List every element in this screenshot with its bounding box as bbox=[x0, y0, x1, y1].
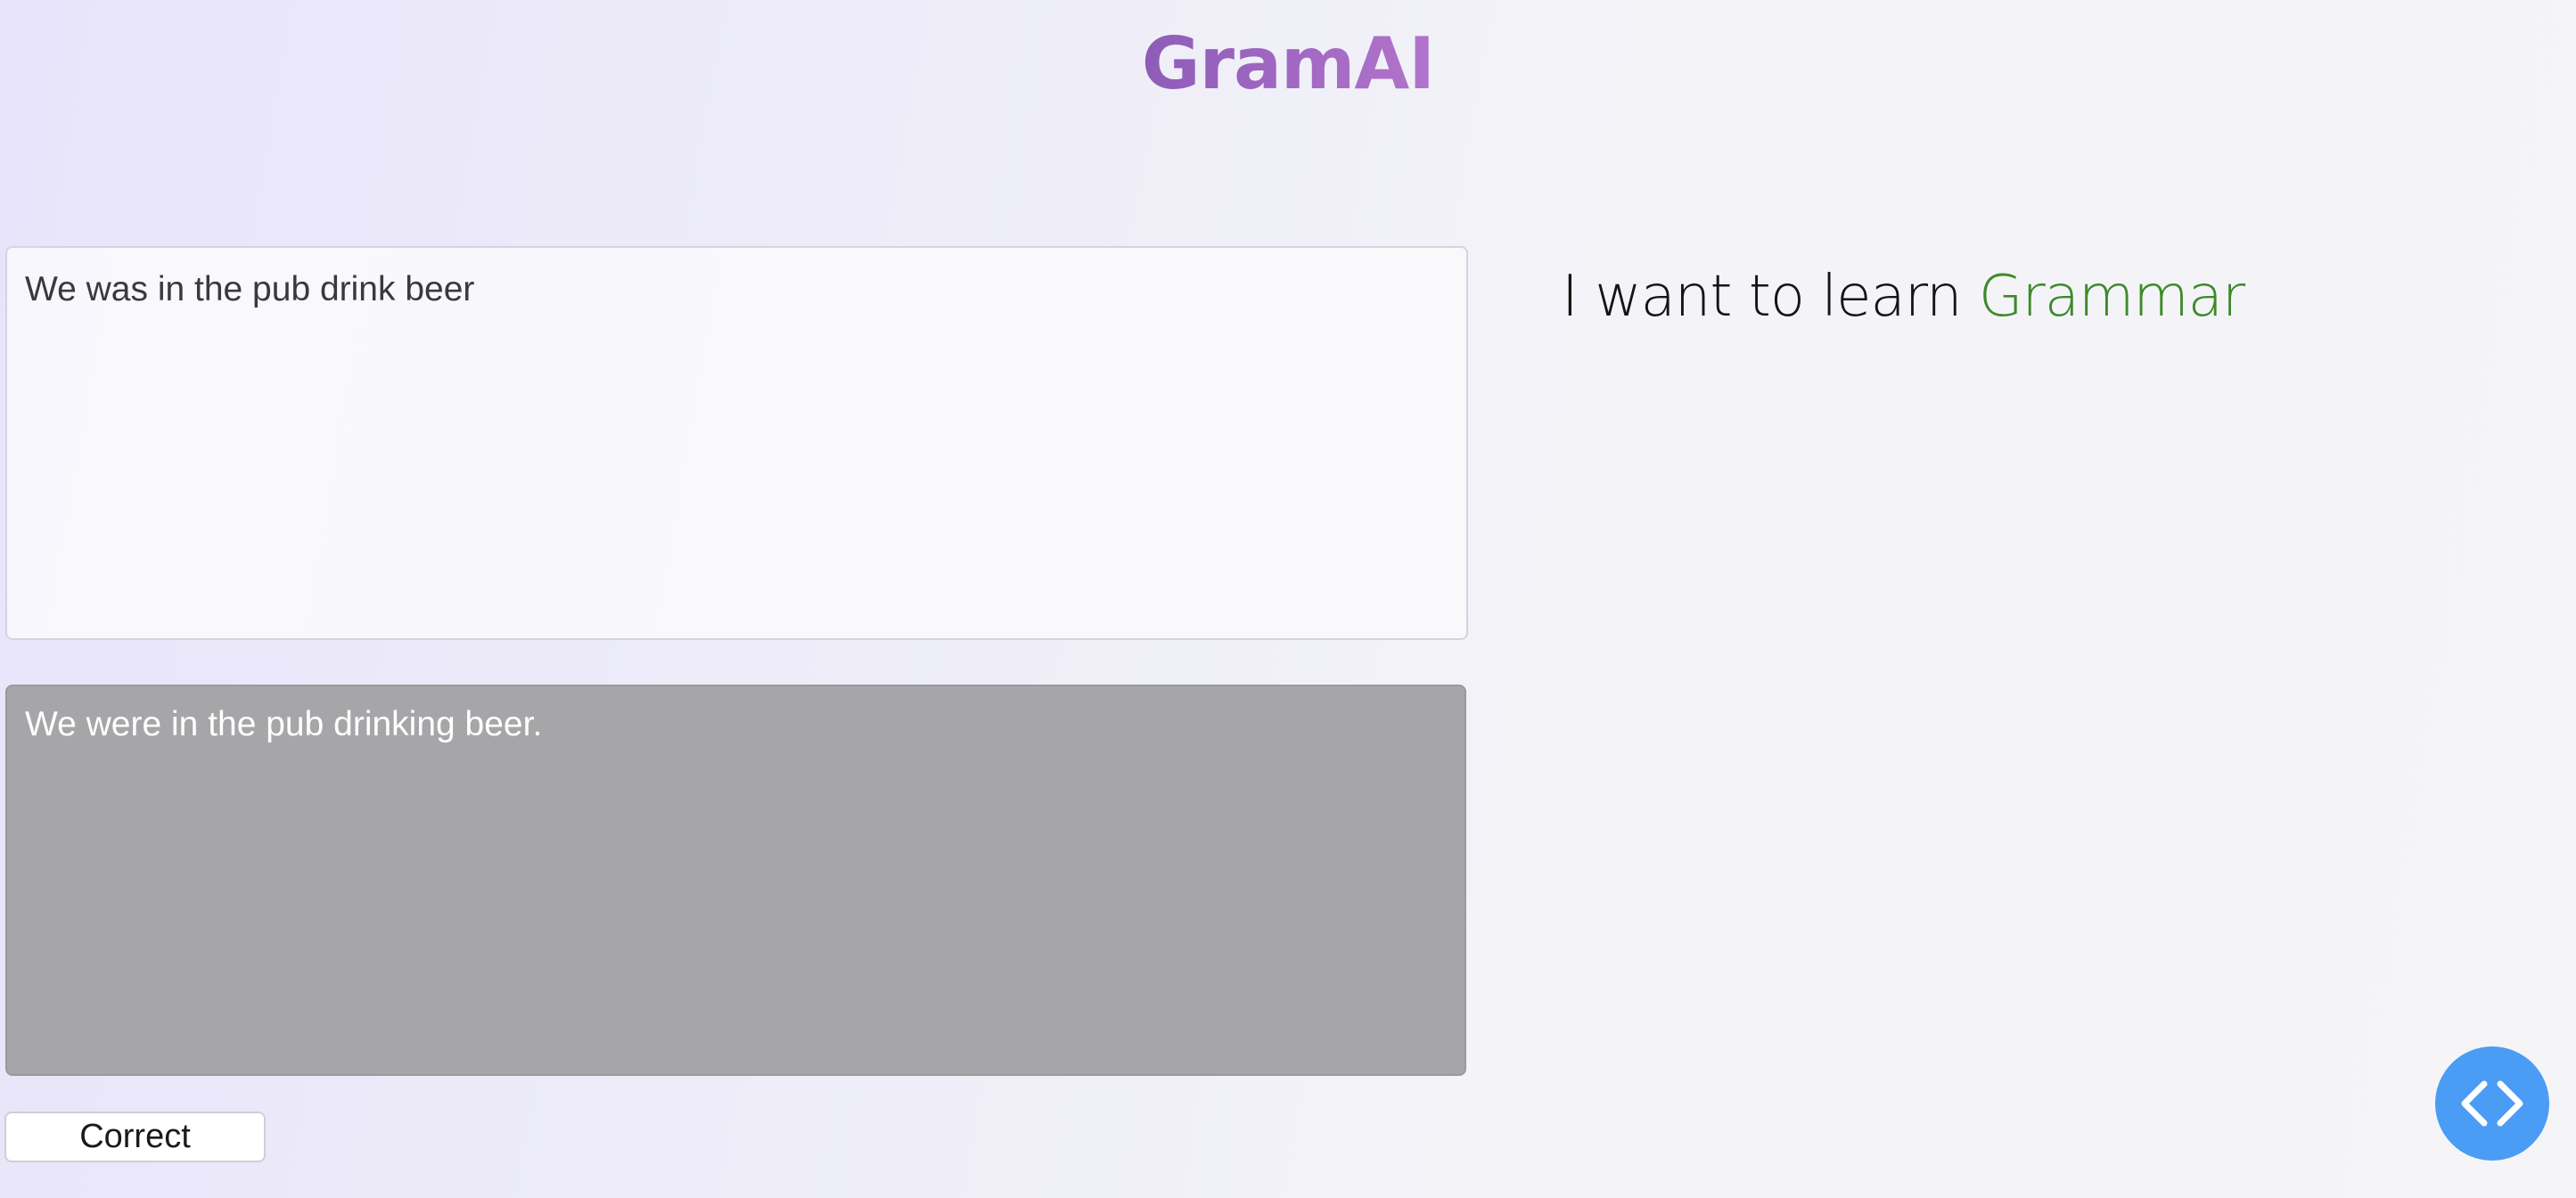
tagline-highlight: Grammar bbox=[1978, 264, 2245, 330]
app-title: GramAI bbox=[0, 20, 2576, 109]
tagline-prefix: I want to learn bbox=[1562, 264, 1962, 330]
tagline: I want to learn Grammar bbox=[1562, 257, 2245, 337]
corrected-output: We were in the pub drinking beer. bbox=[5, 685, 1466, 1076]
code-toggle-button[interactable] bbox=[2435, 1046, 2549, 1161]
code-icon bbox=[2461, 1080, 2523, 1127]
grammar-input[interactable]: We was in the pub drink beer bbox=[5, 246, 1468, 640]
app-title-text: GramAI bbox=[1141, 22, 1435, 105]
correct-button[interactable]: Correct bbox=[4, 1112, 266, 1162]
